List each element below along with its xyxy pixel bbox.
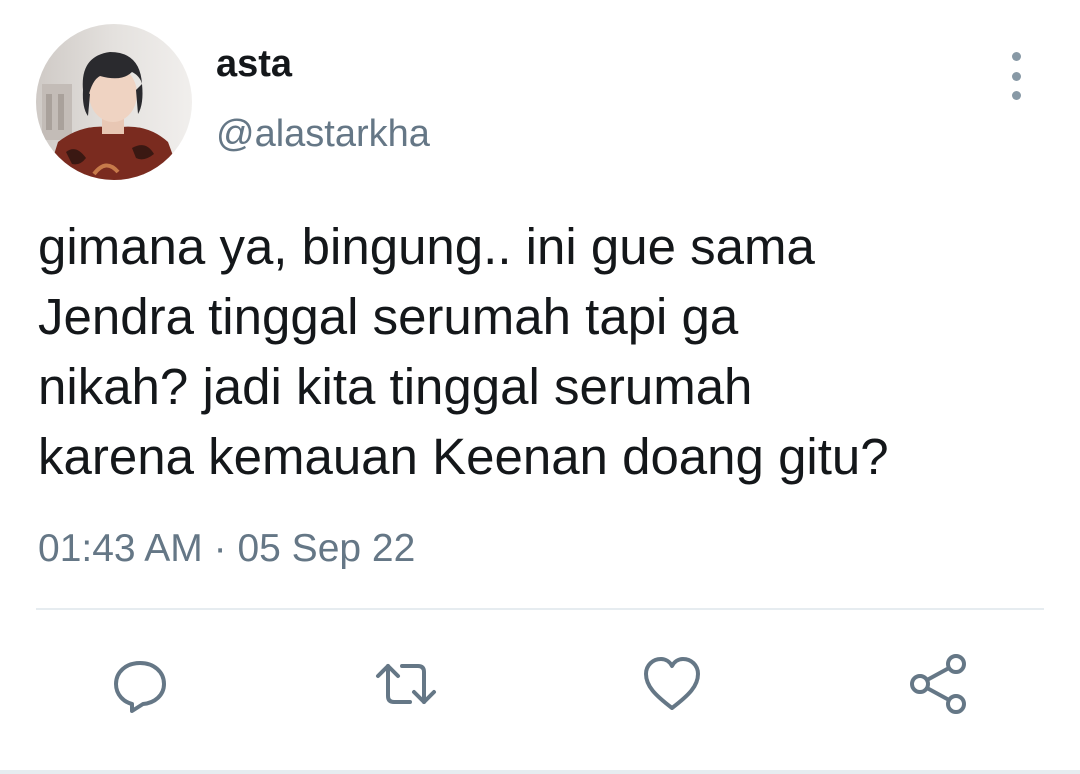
like-button[interactable] (640, 652, 704, 716)
more-options-icon-dot (1011, 91, 1021, 100)
bottom-border (0, 770, 1080, 774)
share-button[interactable] (906, 652, 970, 716)
retweet-icon (376, 664, 436, 704)
tweet-text: gimana ya, bingung.. ini gue sama Jendra… (38, 212, 1048, 492)
speech-bubble-icon (114, 661, 166, 713)
share-icon (910, 654, 966, 714)
tweet-timestamp: 01:43 AM · 05 Sep 22 (38, 524, 415, 574)
more-options-icon (1011, 52, 1021, 61)
divider (36, 608, 1044, 610)
tweet-text-line: nikah? jadi kita tinggal serumah (38, 358, 753, 415)
more-options-icon-dot (1011, 71, 1021, 81)
retweet-button[interactable] (374, 652, 438, 716)
tweet-text-line: Jendra tinggal serumah tapi ga (38, 288, 739, 345)
user-handle[interactable]: @alastarkha (216, 110, 430, 158)
avatar[interactable] (36, 24, 192, 180)
timestamp-separator: · (213, 527, 227, 570)
display-name[interactable]: asta (216, 40, 292, 88)
reply-button[interactable] (108, 652, 172, 716)
more-options-button[interactable] (996, 52, 1036, 100)
heart-icon (644, 657, 700, 710)
tweet-date: 05 Sep 22 (237, 527, 416, 570)
tweet-text-line: gimana ya, bingung.. ini gue sama (38, 218, 815, 275)
profile-photo-icon (36, 24, 192, 180)
tweet-time: 01:43 AM (38, 527, 203, 570)
tweet-text-line: karena kemauan Keenan doang gitu? (38, 428, 889, 485)
